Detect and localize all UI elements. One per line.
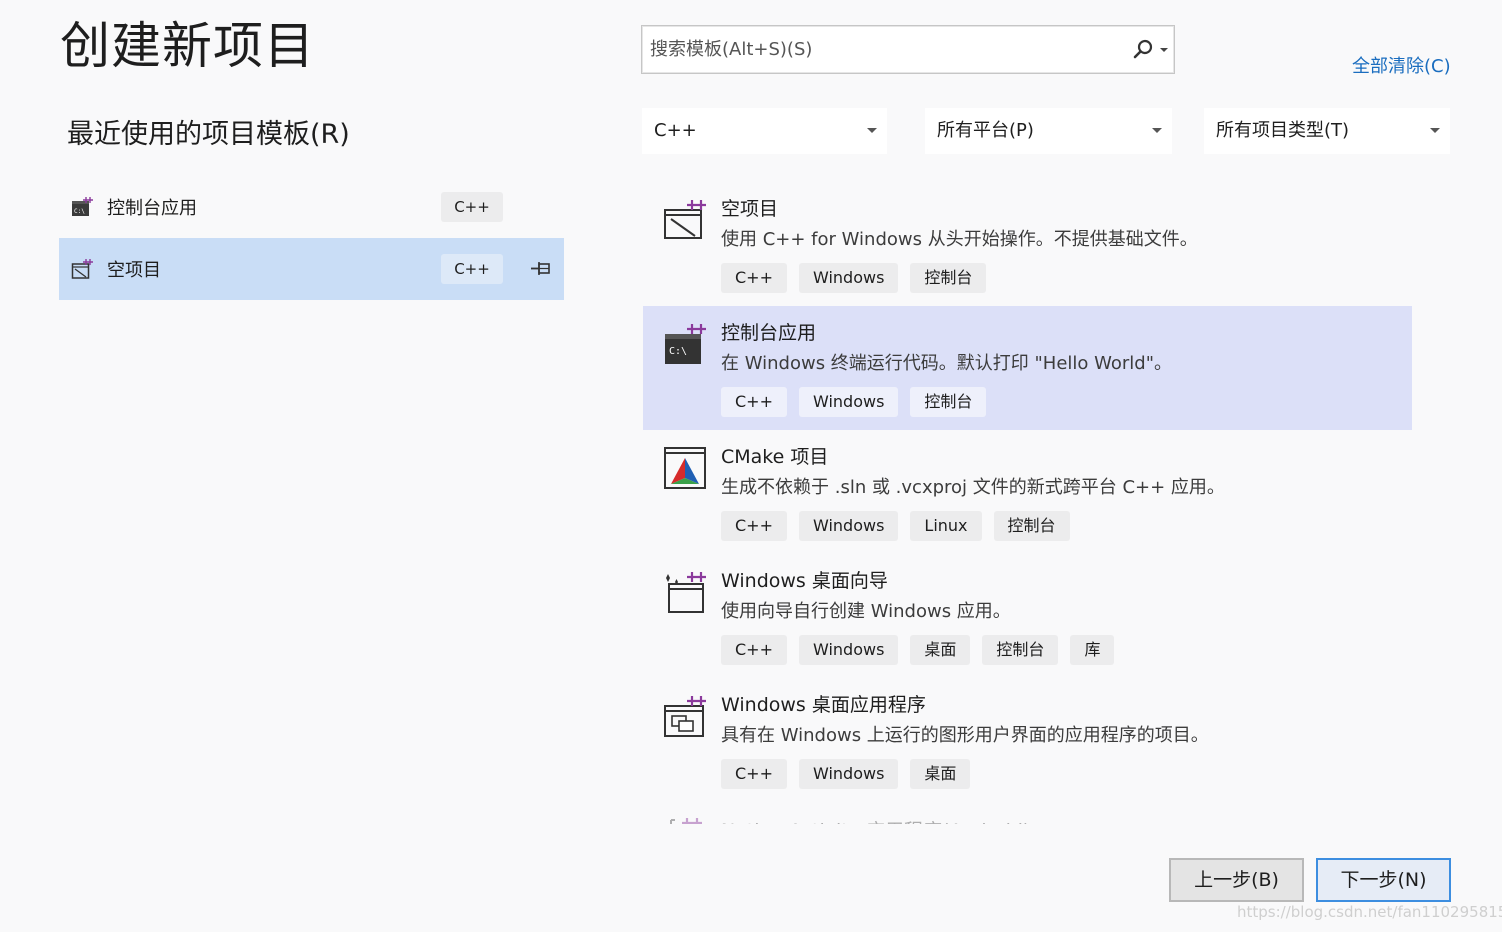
template-name: CMake 项目: [721, 446, 829, 468]
template-name: 控制台应用: [721, 322, 817, 344]
chevron-down-icon: [1430, 128, 1440, 133]
template-name: Windows 桌面应用程序: [721, 694, 926, 716]
template-description: 使用向导自行创建 Windows 应用。: [721, 601, 1011, 622]
native-activity-icon: [670, 818, 702, 824]
template-tag: C++: [721, 387, 787, 417]
template-tag: 控制台: [982, 635, 1059, 665]
template-tag: 控制台: [910, 263, 987, 293]
template-item-cmake-project[interactable]: CMake 项目 生成不依赖于 .sln 或 .vcxproj 文件的新式跨平台…: [643, 430, 1412, 554]
search-icon[interactable]: [1132, 38, 1154, 60]
template-tag: Windows: [798, 387, 899, 417]
recent-item-label: 空项目: [107, 260, 161, 281]
svg-text:C:\: C:\: [669, 346, 687, 357]
template-tag: 桌面: [910, 759, 971, 789]
language-filter-dropdown[interactable]: C++: [642, 108, 887, 154]
console-app-icon: C:\: [665, 324, 706, 364]
template-list[interactable]: 空项目 使用 C++ for Windows 从头开始操作。不提供基础文件。 C…: [643, 182, 1443, 824]
svg-text:C:\: C:\: [74, 208, 85, 215]
template-tag: C++: [721, 511, 787, 541]
language-tag: C++: [441, 192, 503, 222]
pin-icon[interactable]: [530, 261, 552, 277]
template-tag: Windows: [798, 635, 899, 665]
template-item-console-app[interactable]: C:\ 控制台应用 在 Windows 终端运行代码。默认打印 "Hello W…: [643, 306, 1412, 430]
template-item-empty-project[interactable]: 空项目 使用 C++ for Windows 从头开始操作。不提供基础文件。 C…: [643, 182, 1412, 306]
template-tag: C++: [721, 759, 787, 789]
template-tag: C++: [721, 635, 787, 665]
search-input[interactable]: [642, 26, 1122, 73]
watermark: https://blog.csdn.net/fan1102958151: [1237, 903, 1502, 921]
template-tag: 桌面: [910, 635, 971, 665]
recent-templates-heading: 最近使用的项目模板(R): [67, 119, 350, 150]
template-tag: Windows: [798, 759, 899, 789]
chevron-down-icon: [867, 128, 877, 133]
template-description: 具有在 Windows 上运行的图形用户界面的应用程序的项目。: [721, 725, 1209, 746]
template-item-native-activity[interactable]: Native-Activity 应用程序(Android): [643, 808, 1412, 824]
template-tag: 控制台: [993, 511, 1070, 541]
page-title: 创建新项目: [60, 17, 315, 75]
template-item-desktop-wizard[interactable]: Windows 桌面向导 使用向导自行创建 Windows 应用。 C++ Wi…: [643, 554, 1412, 678]
template-name: Windows 桌面向导: [721, 570, 888, 592]
template-tag: C++: [721, 263, 787, 293]
chevron-down-icon: [1152, 128, 1162, 133]
search-box[interactable]: [641, 25, 1175, 74]
chevron-down-icon[interactable]: [1158, 40, 1170, 60]
language-tag: C++: [441, 254, 503, 284]
template-tag: 库: [1070, 635, 1115, 665]
platform-filter-value: 所有平台(P): [937, 120, 1034, 141]
language-filter-value: C++: [654, 120, 697, 141]
wizard-icon: [666, 572, 706, 613]
template-tag: 控制台: [910, 387, 987, 417]
project-type-filter-dropdown[interactable]: 所有项目类型(T): [1204, 108, 1450, 154]
template-tag: Linux: [910, 511, 982, 541]
platform-filter-dropdown[interactable]: 所有平台(P): [925, 108, 1172, 154]
console-app-icon: C:\: [72, 197, 93, 216]
project-type-filter-value: 所有项目类型(T): [1216, 120, 1350, 141]
next-button[interactable]: 下一步(N): [1316, 858, 1451, 902]
back-button[interactable]: 上一步(B): [1169, 858, 1304, 902]
cmake-icon: [664, 447, 706, 489]
empty-project-icon: [664, 200, 706, 239]
template-description: 生成不依赖于 .sln 或 .vcxproj 文件的新式跨平台 C++ 应用。: [721, 477, 1225, 498]
template-name: 空项目: [721, 198, 779, 220]
recent-item-console-app[interactable]: C:\ 控制台应用 C++: [59, 176, 564, 238]
recent-item-label: 控制台应用: [107, 198, 197, 219]
desktop-app-icon: [664, 696, 706, 737]
empty-project-icon: [71, 259, 93, 279]
recent-item-empty-project[interactable]: 空项目 C++: [59, 238, 564, 300]
template-description: 使用 C++ for Windows 从头开始操作。不提供基础文件。: [721, 229, 1198, 250]
template-tag: Windows: [798, 511, 899, 541]
template-name: Native-Activity 应用程序(Android): [721, 816, 1030, 824]
template-tag: Windows: [798, 263, 899, 293]
template-item-desktop-app[interactable]: Windows 桌面应用程序 具有在 Windows 上运行的图形用户界面的应用…: [643, 678, 1412, 802]
clear-all-link[interactable]: 全部清除(C): [1352, 52, 1451, 78]
template-description: 在 Windows 终端运行代码。默认打印 "Hello World"。: [721, 353, 1173, 374]
